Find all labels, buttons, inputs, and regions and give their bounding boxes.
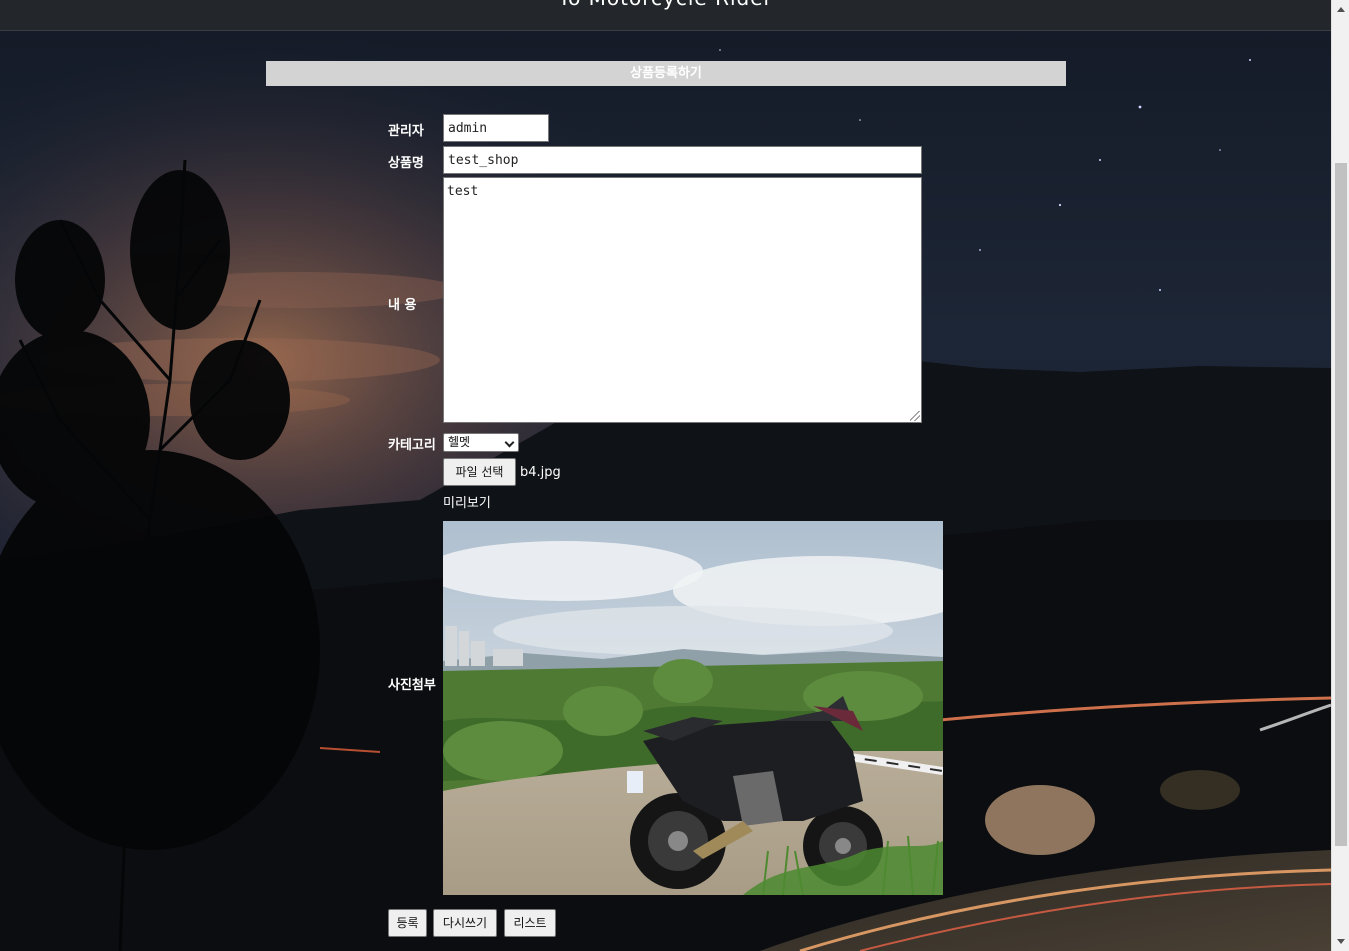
scrollbar-thumb[interactable] — [1335, 163, 1347, 846]
form-heading: 상품등록하기 — [266, 61, 1066, 86]
choose-file-button[interactable]: 파일 선택 — [443, 458, 516, 486]
site-title: To Motorcycle Rider — [0, 0, 1331, 10]
list-button[interactable]: 리스트 — [504, 909, 556, 937]
textarea-resize-handle-icon[interactable] — [910, 411, 920, 421]
category-select[interactable]: 헬멧 — [443, 433, 519, 452]
content-label: 내 용 — [388, 298, 417, 313]
preview-label: 미리보기 — [443, 496, 491, 511]
product-name-label: 상품명 — [388, 156, 424, 171]
category-label: 카테고리 — [388, 438, 436, 453]
admin-label: 관리자 — [388, 124, 424, 139]
scroll-down-arrow-icon[interactable] — [1337, 939, 1345, 944]
rewrite-button[interactable]: 다시쓰기 — [433, 909, 497, 937]
product-name-input[interactable] — [443, 146, 922, 174]
top-header: To Motorcycle Rider — [0, 0, 1331, 31]
motorcycle-preview-image — [443, 521, 943, 895]
scroll-up-arrow-icon[interactable] — [1337, 7, 1345, 12]
selected-file-name: b4.jpg — [520, 465, 561, 480]
content-textarea[interactable]: test — [443, 177, 922, 423]
admin-input[interactable] — [443, 114, 549, 142]
category-selected-value: 헬멧 — [448, 435, 471, 449]
vertical-scrollbar[interactable] — [1331, 0, 1349, 951]
submit-button[interactable]: 등록 — [388, 909, 427, 937]
chevron-down-icon — [504, 437, 515, 448]
attachment-label: 사진첨부 — [388, 678, 436, 693]
